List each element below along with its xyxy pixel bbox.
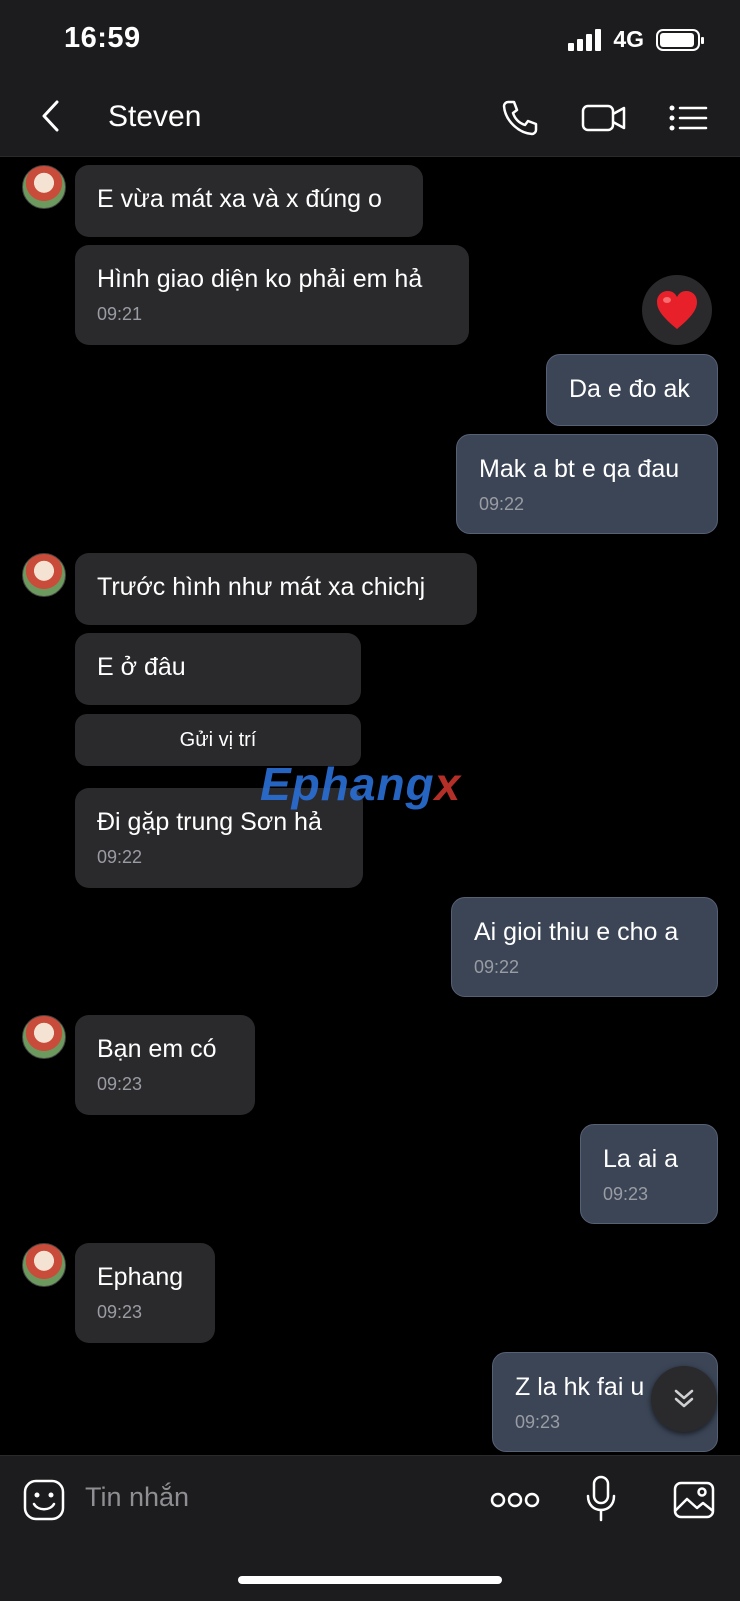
message-text: La ai a xyxy=(603,1145,679,1173)
message-bubble-incoming[interactable]: Ephang 09:23 xyxy=(75,1243,215,1343)
status-indicators: 4G xyxy=(568,26,704,53)
message-bubble-incoming[interactable]: Trước hình như mát xa chichj xyxy=(75,553,477,625)
signal-icon xyxy=(568,28,602,51)
message-text: Ai gioi thiu e cho a xyxy=(474,918,679,946)
watermark: Ephangx xyxy=(260,757,461,811)
voice-message-button[interactable] xyxy=(584,1474,618,1524)
message-time: 09:22 xyxy=(479,494,525,514)
message-time: 09:22 xyxy=(474,957,520,977)
avatar[interactable] xyxy=(22,1015,66,1059)
message-text: Da e đo ak xyxy=(569,375,690,403)
message-text: Đi gặp trung Sơn hả xyxy=(97,808,322,836)
ellipsis-icon xyxy=(490,1492,540,1508)
heart-icon xyxy=(657,291,697,329)
message-time: 09:23 xyxy=(97,1302,143,1322)
watermark-suffix: x xyxy=(434,758,462,810)
message-text: Ephang xyxy=(97,1263,184,1291)
smiley-icon xyxy=(23,1479,65,1521)
message-bubble-outgoing[interactable]: Da e đo ak xyxy=(546,354,718,426)
emoji-button[interactable] xyxy=(22,1478,66,1522)
status-time: 16:59 xyxy=(64,22,141,54)
message-text: E ở đâu xyxy=(97,653,186,681)
message-list[interactable]: E vừa mát xa và x đúng o Hình giao diện … xyxy=(0,157,740,1454)
message-time: 09:23 xyxy=(603,1184,649,1204)
reaction-badge[interactable] xyxy=(642,275,712,345)
avatar[interactable] xyxy=(22,553,66,597)
avatar[interactable] xyxy=(22,1243,66,1287)
message-text: Bạn em có xyxy=(97,1035,217,1063)
message-composer: Tin nhắn xyxy=(0,1455,740,1601)
network-type: 4G xyxy=(613,26,644,52)
double-chevron-down-icon xyxy=(674,1389,694,1408)
battery-icon xyxy=(656,28,704,51)
back-button[interactable] xyxy=(30,94,74,138)
home-indicator xyxy=(238,1576,502,1584)
message-bubble-outgoing[interactable]: Mak a bt e qa đau 09:22 xyxy=(456,434,718,534)
message-bubble-incoming[interactable]: Hình giao diện ko phải em hả 09:21 xyxy=(75,245,469,345)
message-bubble-outgoing[interactable]: La ai a 09:23 xyxy=(580,1124,718,1224)
scroll-to-bottom-button[interactable] xyxy=(651,1366,717,1432)
image-picker-button[interactable] xyxy=(672,1478,716,1522)
video-call-button[interactable] xyxy=(580,96,628,140)
list-menu-icon xyxy=(669,105,708,131)
chat-header: Steven xyxy=(0,80,740,157)
phone-icon xyxy=(502,100,538,136)
message-time: 09:23 xyxy=(97,1074,143,1094)
menu-button[interactable] xyxy=(666,96,710,140)
message-text: Mak a bt e qa đau xyxy=(479,455,680,483)
avatar[interactable] xyxy=(22,165,66,209)
voice-call-button[interactable] xyxy=(498,96,542,140)
video-camera-icon xyxy=(581,104,626,132)
image-icon xyxy=(673,1481,715,1519)
message-bubble-incoming[interactable]: Bạn em có 09:23 xyxy=(75,1015,255,1115)
contact-name[interactable]: Steven xyxy=(108,100,201,134)
message-time: 09:22 xyxy=(97,847,143,867)
message-text: Trước hình như mát xa chichj xyxy=(97,573,426,601)
message-text: Hình giao diện ko phải em hả xyxy=(97,265,423,293)
microphone-icon xyxy=(586,1475,616,1522)
status-bar: 16:59 4G xyxy=(0,0,740,80)
watermark-text: Ephang xyxy=(260,758,435,810)
more-options-button[interactable] xyxy=(490,1490,540,1510)
message-input[interactable]: Tin nhắn xyxy=(85,1482,189,1513)
message-time: 09:21 xyxy=(97,304,143,324)
chevron-left-icon xyxy=(42,100,59,132)
message-bubble-incoming[interactable]: E ở đâu xyxy=(75,633,361,705)
message-bubble-incoming[interactable]: E vừa mát xa và x đúng o xyxy=(75,165,423,237)
message-text: E vừa mát xa và x đúng o xyxy=(97,185,382,213)
message-bubble-outgoing[interactable]: Ai gioi thiu e cho a 09:22 xyxy=(451,897,718,997)
